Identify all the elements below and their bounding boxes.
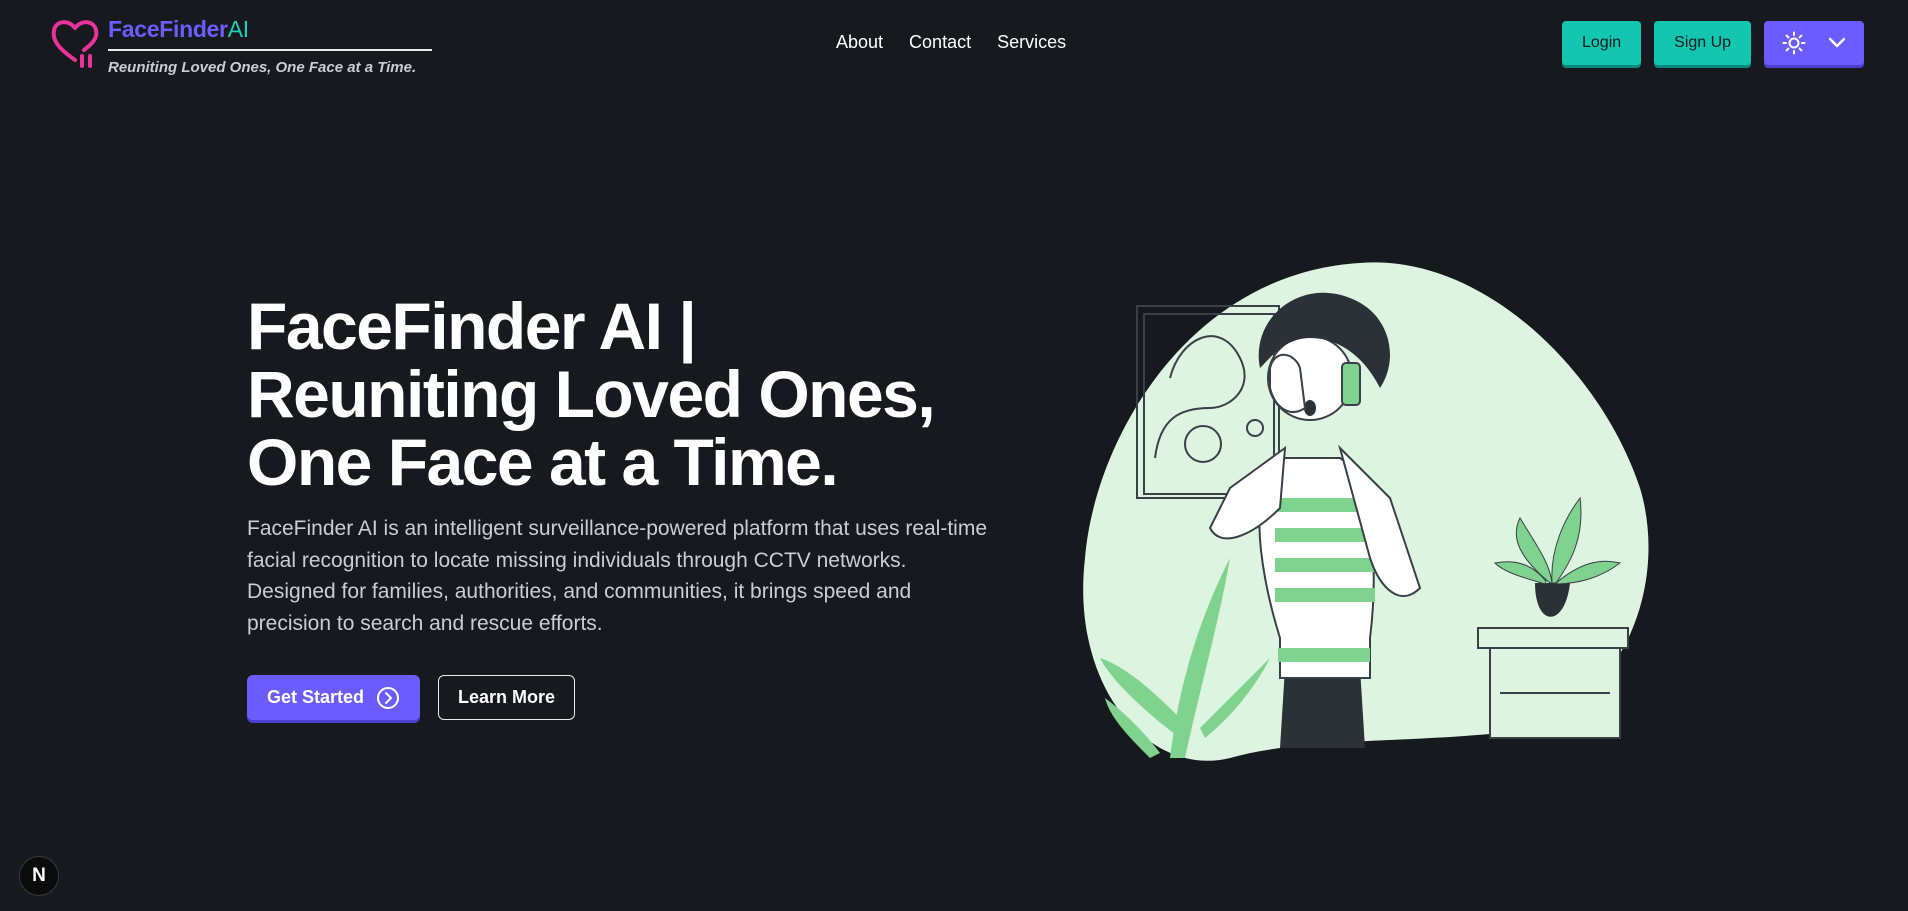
- hero-title-line1: FaceFinder AI |: [247, 289, 697, 363]
- header-actions: Login Sign Up: [1562, 21, 1865, 65]
- hero-cta-group: Get Started Learn More: [247, 675, 576, 720]
- nextjs-badge[interactable]: N: [19, 856, 59, 896]
- hero-description-line2: facial recognition to locate missing ind…: [247, 548, 907, 572]
- login-button[interactable]: Login: [1562, 21, 1642, 65]
- main-nav: About Contact Services: [836, 32, 1066, 53]
- nav-about[interactable]: About: [836, 32, 883, 53]
- brand-tagline: Reuniting Loved Ones, One Face at a Time…: [108, 59, 417, 76]
- hero-description-line4: precision to search and rescue efforts.: [247, 611, 603, 635]
- nav-contact[interactable]: Contact: [909, 32, 971, 53]
- hero-description-line1: FaceFinder AI is an intelligent surveill…: [247, 517, 988, 540]
- brand-divider: [108, 49, 432, 51]
- hero-title-line3: One Face at a Time.: [247, 425, 839, 499]
- hero-title: FaceFinder AI | Reuniting Loved Ones, On…: [247, 292, 1027, 496]
- sun-icon: [1782, 31, 1806, 55]
- get-started-button[interactable]: Get Started: [247, 675, 421, 720]
- hero-title-line2: Reuniting Loved Ones,: [247, 357, 936, 431]
- logo[interactable]: FaceFinderAI Reuniting Loved Ones, One F…: [50, 16, 432, 76]
- arrow-circle-right-icon: [377, 686, 400, 709]
- hero-description: FaceFinder AI is an intelligent surveill…: [247, 513, 1017, 639]
- heart-pulse-icon: [51, 20, 99, 68]
- site-header: FaceFinderAI Reuniting Loved Ones, One F…: [0, 0, 1908, 90]
- hero-description-line3: Designed for families, authorities, and …: [247, 580, 912, 603]
- dresser: [1477, 627, 1629, 739]
- chevron-down-icon: [1828, 37, 1846, 48]
- nextjs-badge-letter: N: [32, 865, 46, 886]
- learn-more-button[interactable]: Learn More: [438, 675, 576, 720]
- nav-services[interactable]: Services: [997, 32, 1066, 53]
- theme-toggle-button[interactable]: [1764, 21, 1865, 65]
- hero-illustration: [1083, 262, 1649, 761]
- signup-button[interactable]: Sign Up: [1654, 21, 1752, 65]
- get-started-label: Get Started: [267, 687, 365, 707]
- brand-name: FaceFinderAI: [108, 16, 432, 43]
- brand-name-part2: AI: [227, 16, 249, 42]
- brand: FaceFinderAI Reuniting Loved Ones, One F…: [108, 16, 432, 76]
- brand-name-part1: FaceFinder: [108, 16, 228, 42]
